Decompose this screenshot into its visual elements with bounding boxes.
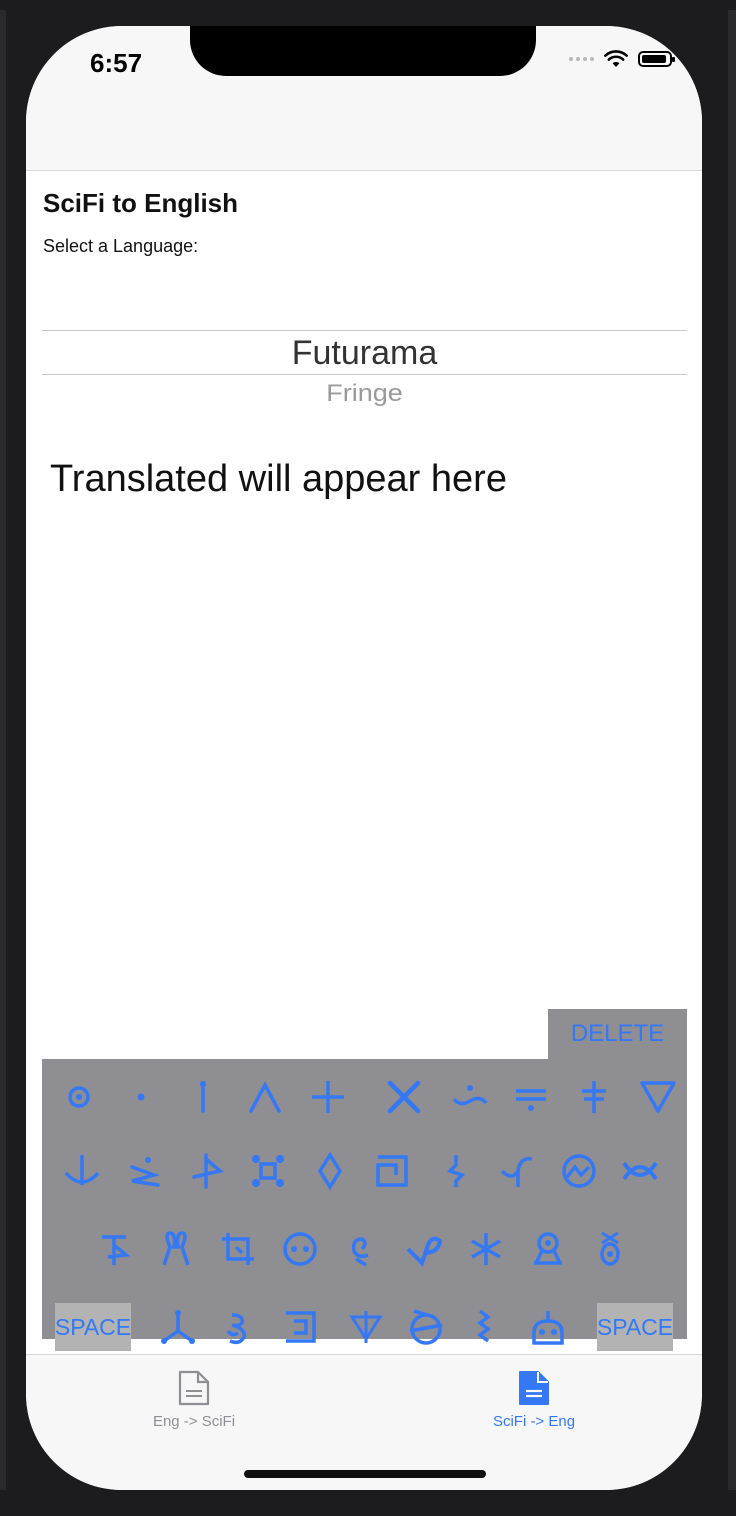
picker-divider <box>42 374 687 375</box>
glyph-key-circle-dot[interactable] <box>57 1075 101 1119</box>
glyph-key-star-square[interactable] <box>246 1149 290 1193</box>
glyph-key-face-circle[interactable] <box>278 1227 322 1271</box>
glyph-key-circle-wave[interactable] <box>557 1149 601 1193</box>
glyph-key-asterisk[interactable] <box>464 1227 508 1271</box>
glyph-key-swirl[interactable] <box>340 1227 384 1271</box>
glyph-key-square-spiral[interactable] <box>370 1149 414 1193</box>
tab-label: Eng -> SciFi <box>152 1413 236 1430</box>
translation-output: Translated will appear here <box>50 458 507 500</box>
status-indicators <box>569 50 675 68</box>
glyph-key-anchor[interactable] <box>60 1149 104 1193</box>
document-outline-icon <box>178 1370 210 1406</box>
glyph-key-triangle[interactable] <box>636 1075 680 1119</box>
glyph-key-dot[interactable] <box>119 1075 163 1119</box>
wifi-icon <box>604 50 628 67</box>
select-language-label: Select a Language: <box>43 236 199 256</box>
glyph-key-robot[interactable] <box>526 1305 570 1349</box>
glyph-key-bar[interactable] <box>181 1075 225 1119</box>
glyph-key-eye-knot[interactable] <box>588 1227 632 1271</box>
status-time: 6:57 <box>90 48 143 78</box>
phone-screen: 6:57 SciFi to English Select a Language:… <box>26 26 702 1490</box>
glyph-key-tri-branch[interactable] <box>156 1305 200 1349</box>
glyph-key-check-loop[interactable] <box>402 1227 446 1271</box>
glyph-key-dagger[interactable] <box>572 1075 616 1119</box>
glyph-key-diamond[interactable] <box>308 1149 352 1193</box>
space-key-left[interactable]: SPACE <box>55 1303 131 1351</box>
glyph-key-hook[interactable] <box>496 1149 540 1193</box>
device-bezel <box>728 10 736 1490</box>
picker-option[interactable]: Fringe <box>42 380 687 408</box>
glyph-key-caret[interactable] <box>243 1075 287 1119</box>
glyph-key-circle-slash[interactable] <box>404 1305 448 1349</box>
glyph-key-spring[interactable] <box>462 1305 506 1349</box>
picker-divider <box>42 330 687 331</box>
glyph-key-loops[interactable] <box>154 1227 198 1271</box>
document-filled-icon <box>519 1371 549 1405</box>
glyph-key-curl[interactable] <box>216 1305 260 1349</box>
glyph-key-bell[interactable] <box>526 1227 570 1271</box>
space-key-right[interactable]: SPACE <box>597 1303 673 1351</box>
glyph-key-plus[interactable] <box>306 1075 350 1119</box>
glyph-key-flag[interactable] <box>184 1149 228 1193</box>
glyph-key-square-hook[interactable] <box>278 1305 322 1349</box>
glyph-key-wave[interactable] <box>448 1075 492 1119</box>
device-bezel <box>0 10 6 1490</box>
glyph-key-cross[interactable] <box>382 1075 426 1119</box>
language-picker[interactable]: Futurama Fringe <box>42 330 687 440</box>
glyph-key-squiggle[interactable] <box>434 1149 478 1193</box>
home-indicator[interactable] <box>244 1470 486 1478</box>
battery-icon <box>638 51 675 67</box>
glyph-key-sail[interactable] <box>92 1227 136 1271</box>
cellular-signal-icon <box>569 57 594 61</box>
tab-scifi-to-eng[interactable]: SciFi -> Eng <box>424 1369 644 1430</box>
tab-label: SciFi -> Eng <box>492 1413 576 1430</box>
navigation-bar: 6:57 <box>26 26 702 171</box>
scifi-keyboard: SPACE SPACE <box>42 1059 687 1351</box>
glyph-key-fish[interactable] <box>618 1149 662 1193</box>
device-notch <box>190 26 536 76</box>
glyph-key-crop[interactable] <box>216 1227 260 1271</box>
picker-selected-option[interactable]: Futurama <box>42 334 687 373</box>
tab-eng-to-scifi[interactable]: Eng -> SciFi <box>84 1369 304 1430</box>
glyph-key-down-arrow[interactable] <box>344 1305 388 1349</box>
page-title: SciFi to English <box>43 188 239 218</box>
glyph-key-zigzag[interactable] <box>122 1149 166 1193</box>
delete-button[interactable]: DELETE <box>548 1009 687 1061</box>
glyph-key-equals[interactable] <box>509 1075 553 1119</box>
